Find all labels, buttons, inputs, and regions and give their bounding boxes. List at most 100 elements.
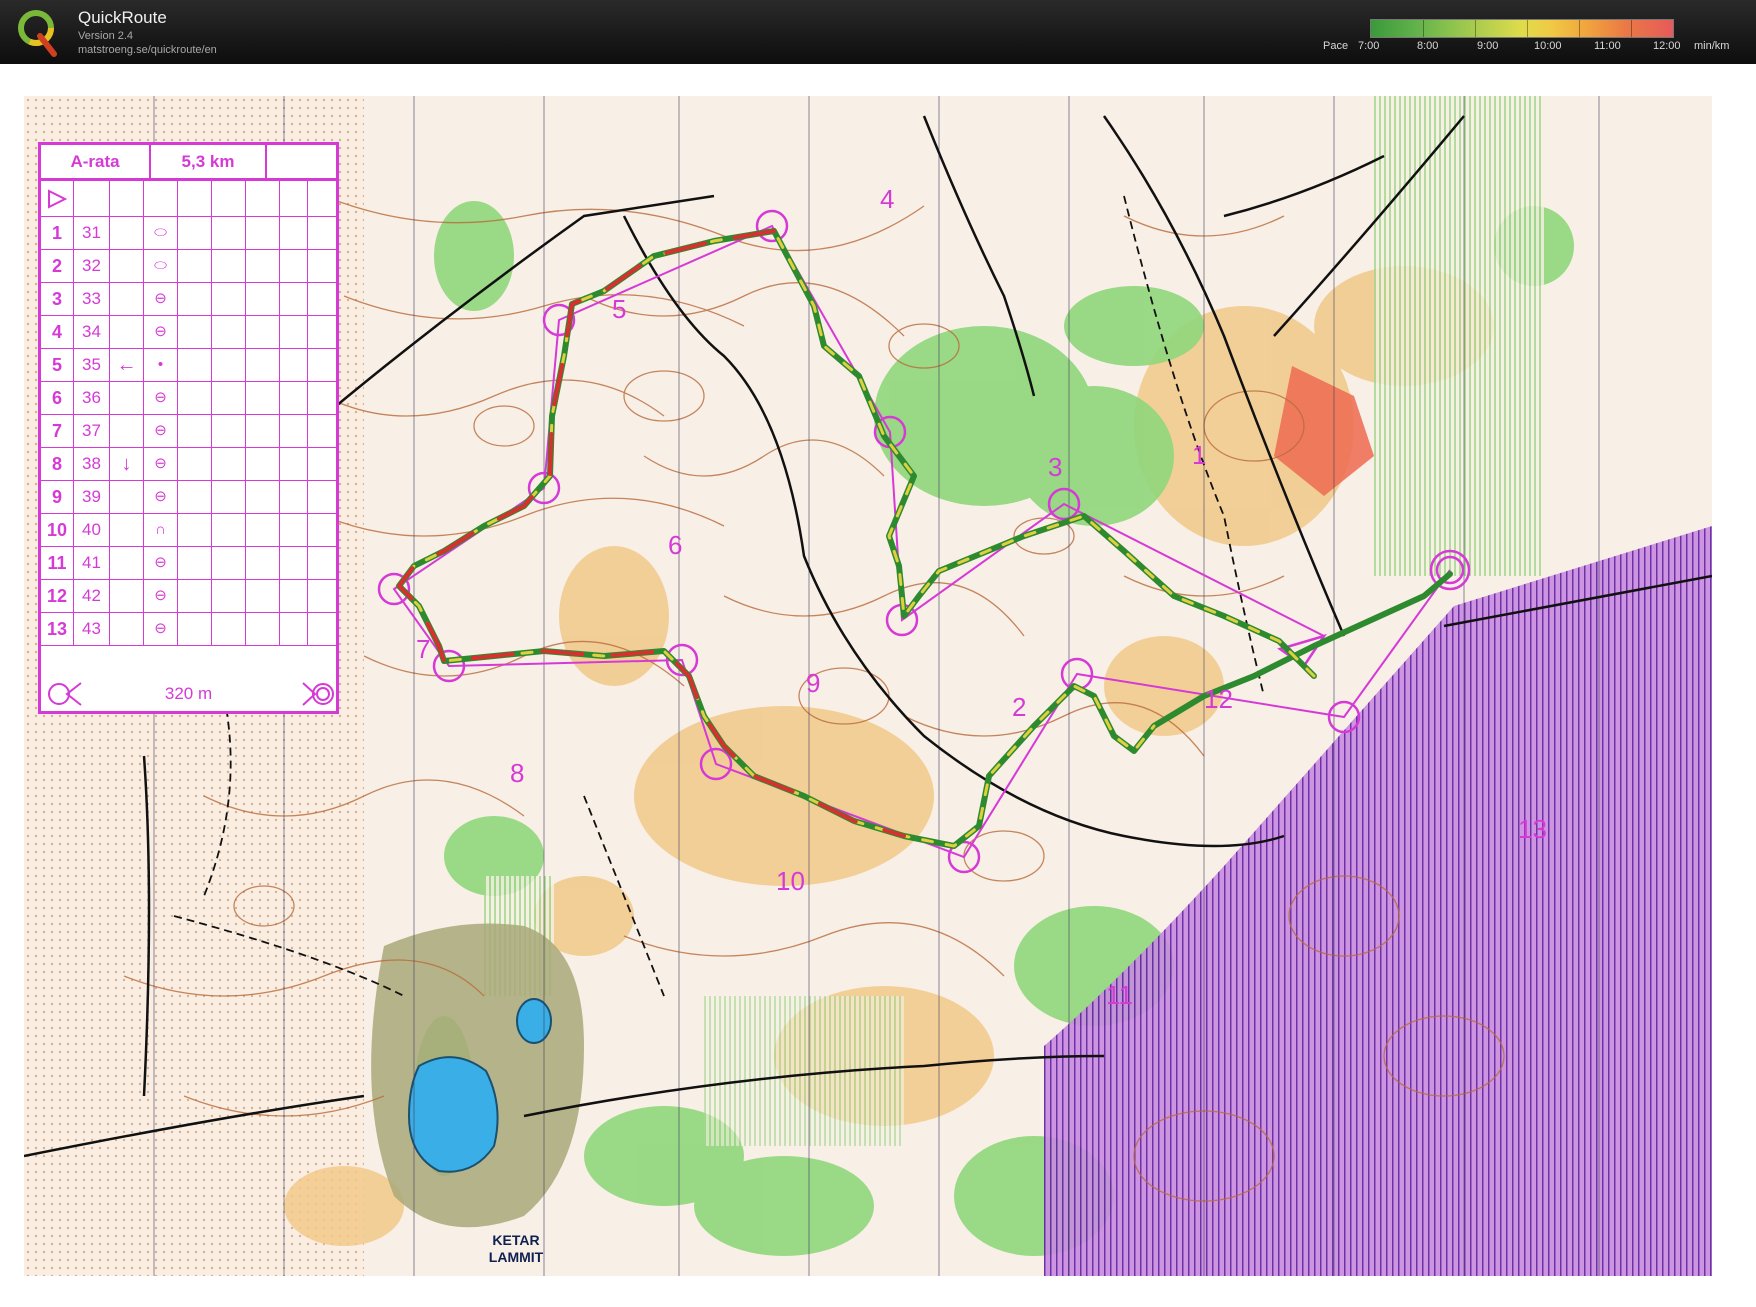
start-row	[41, 181, 336, 217]
control-row: 2 32 ⬭	[41, 250, 336, 283]
app-version: Version 2.4	[78, 30, 134, 42]
control-row: 4 34 ⊖	[41, 316, 336, 349]
empty-cell	[246, 613, 280, 645]
empty-cell	[212, 217, 246, 249]
control-number: 1	[41, 217, 74, 249]
control-direction	[110, 382, 144, 414]
empty-cell	[246, 514, 280, 546]
empty-cell	[178, 481, 212, 513]
control-feature-icon: •	[144, 349, 178, 381]
pace-scale-tick	[1423, 20, 1425, 37]
empty-cell	[212, 349, 246, 381]
control-direction	[110, 547, 144, 579]
control-number: 5	[41, 349, 74, 381]
app-url[interactable]: matstroeng.se/quickroute/en	[78, 44, 217, 56]
empty-cell	[246, 448, 280, 480]
control-code: 34	[74, 316, 110, 348]
app-title: QuickRoute	[78, 8, 167, 27]
empty-cell	[280, 580, 308, 612]
pace-tick-label: 8:00	[1417, 40, 1439, 52]
app-header: QuickRoute Version 2.4 matstroeng.se/qui…	[0, 0, 1756, 64]
control-code: 37	[74, 415, 110, 447]
control-label-6: 6	[668, 530, 683, 560]
start-triangle-icon	[41, 181, 74, 216]
control-row: 12 42 ⊖	[41, 580, 336, 613]
empty-cell	[280, 613, 308, 645]
empty-cell	[178, 613, 212, 645]
control-row: 10 40 ∩	[41, 514, 336, 547]
pace-tick-label: 11:00	[1594, 40, 1621, 52]
empty-cell	[212, 448, 246, 480]
control-label-5: 5	[612, 294, 627, 324]
empty-cell	[246, 481, 280, 513]
empty-cell	[280, 283, 308, 315]
control-direction: ←	[110, 349, 144, 381]
control-label-7: 7	[416, 634, 431, 664]
control-code: 43	[74, 613, 110, 645]
empty-cell	[178, 316, 212, 348]
empty-cell	[212, 415, 246, 447]
control-feature-icon: ⊖	[144, 283, 178, 315]
control-number: 2	[41, 250, 74, 282]
pace-scale-tick	[1527, 20, 1529, 37]
control-row: 9 39 ⊖	[41, 481, 336, 514]
pace-scale-tick	[1631, 20, 1633, 37]
control-number: 13	[41, 613, 74, 645]
control-feature-icon: ⬭	[144, 250, 178, 282]
control-label-11: 11	[1106, 980, 1133, 1010]
course-name: A-rata	[41, 145, 151, 178]
control-label-4: 4	[880, 184, 895, 214]
empty-cell	[212, 316, 246, 348]
empty-cell	[212, 250, 246, 282]
empty-cell	[178, 382, 212, 414]
empty-cell	[212, 481, 246, 513]
control-direction	[110, 415, 144, 447]
control-number: 6	[41, 382, 74, 414]
empty-cell	[280, 217, 308, 249]
control-code: 41	[74, 547, 110, 579]
pace-color-scale	[1370, 19, 1674, 38]
control-label-1: 1	[1192, 440, 1207, 470]
empty-cell	[280, 481, 308, 513]
control-feature-icon: ⊖	[144, 481, 178, 513]
control-direction	[110, 580, 144, 612]
empty-cell	[178, 283, 212, 315]
empty-cell	[280, 382, 308, 414]
empty-cell	[178, 580, 212, 612]
pace-tick-label: 12:00	[1653, 40, 1681, 52]
empty-cell	[246, 316, 280, 348]
control-number: 9	[41, 481, 74, 513]
finish-distance: 320 m	[164, 684, 213, 703]
empty-cell	[280, 514, 308, 546]
control-feature-icon: ⊖	[144, 580, 178, 612]
control-code: 32	[74, 250, 110, 282]
empty-cell	[212, 547, 246, 579]
empty-cell	[212, 283, 246, 315]
pace-tick-label: 10:00	[1534, 40, 1562, 52]
course-length: 5,3 km	[151, 145, 267, 178]
control-row: 5 35 ← •	[41, 349, 336, 382]
pace-scale-tick	[1475, 20, 1477, 37]
pace-label: Pace	[1323, 40, 1349, 52]
control-number: 11	[41, 547, 74, 579]
empty-cell	[178, 250, 212, 282]
lake-label-line: LAMMIT	[488, 1249, 544, 1265]
empty-cell	[212, 580, 246, 612]
control-feature-icon: ⊖	[144, 415, 178, 447]
empty-cell	[280, 316, 308, 348]
empty-cell	[246, 283, 280, 315]
control-number: 8	[41, 448, 74, 480]
control-row: 13 43 ⊖	[41, 613, 336, 646]
finish-circle-icon	[302, 682, 334, 706]
card-header: A-rata 5,3 km	[41, 145, 336, 181]
control-feature-icon: ⬭	[144, 217, 178, 249]
control-feature-icon: ⊖	[144, 613, 178, 645]
control-number: 4	[41, 316, 74, 348]
empty-cell	[246, 415, 280, 447]
control-label-2: 2	[1012, 692, 1027, 722]
empty-cell	[280, 448, 308, 480]
control-number: 12	[41, 580, 74, 612]
control-row: 11 41 ⊖	[41, 547, 336, 580]
empty-cell	[178, 547, 212, 579]
lake-label: KETAR LAMMIT	[476, 1232, 556, 1266]
